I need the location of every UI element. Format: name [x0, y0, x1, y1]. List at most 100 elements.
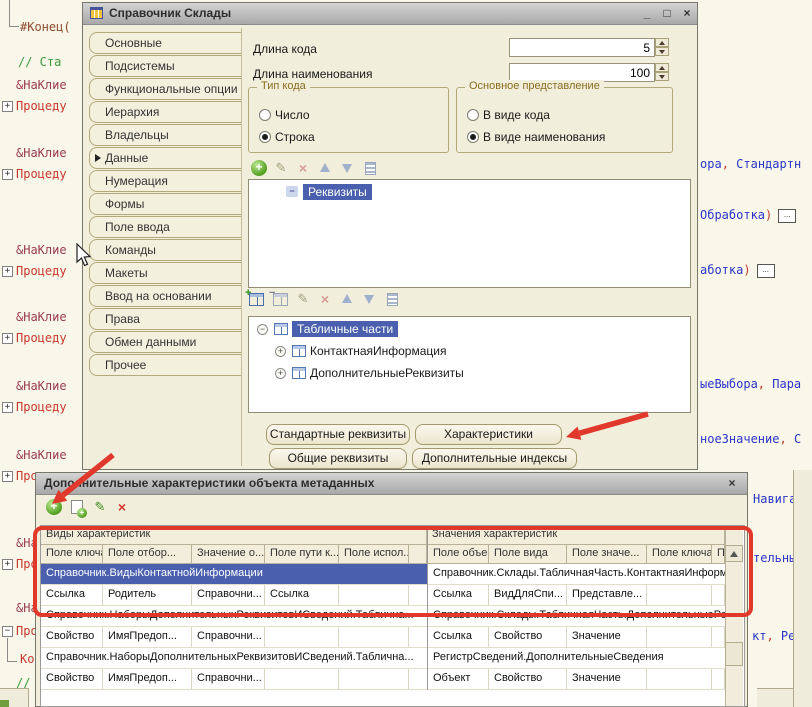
- radio-v-vide-koda-label[interactable]: В виде кода: [483, 108, 550, 122]
- table-cell[interactable]: Свойство: [489, 669, 567, 690]
- tab-podsistemy[interactable]: Подсистемы: [89, 55, 241, 77]
- tab-ierarhiya[interactable]: Иерархия: [89, 101, 241, 123]
- tabular-child-item[interactable]: КонтактнаяИнформация: [310, 344, 446, 358]
- table-cell[interactable]: [339, 627, 409, 648]
- radio-v-vide-koda[interactable]: [467, 109, 479, 121]
- table-cell[interactable]: ИмяПредоп...: [103, 669, 192, 690]
- collapse-plus-icon[interactable]: +: [2, 559, 13, 570]
- table-cell[interactable]: [647, 669, 712, 690]
- tab-funkcionalnye-opcii[interactable]: Функциональные опции: [89, 78, 241, 100]
- scrollbar-thumb[interactable]: [725, 642, 743, 666]
- delete-tabular-icon[interactable]: ×: [317, 291, 333, 307]
- tree-root-dash-icon[interactable]: −: [286, 186, 298, 197]
- table-cell[interactable]: [265, 669, 339, 690]
- tab-osnovnye[interactable]: Основные: [89, 32, 241, 54]
- expand-node-icon[interactable]: +: [275, 368, 286, 379]
- tabular-root-item[interactable]: Табличные части: [292, 321, 398, 337]
- collapse-plus-icon[interactable]: +: [2, 333, 13, 344]
- tab-vvod-na-osnovanii[interactable]: Ввод на основании: [89, 285, 241, 307]
- table-cell[interactable]: [712, 669, 725, 690]
- window-titlebar[interactable]: Справочник Склады _ □ ×: [83, 3, 697, 25]
- table-row[interactable]: Справочник.НаборыДополнительныхРеквизито…: [41, 648, 427, 669]
- collapse-plus-icon[interactable]: +: [2, 169, 13, 180]
- table-cell[interactable]: Значение: [567, 627, 647, 648]
- tab-prochee[interactable]: Прочее: [89, 354, 241, 376]
- tab-komandy[interactable]: Команды: [89, 239, 241, 261]
- attributes-root-item[interactable]: Реквизиты: [303, 184, 372, 200]
- attributes-list[interactable]: − Реквизиты: [248, 179, 691, 288]
- tab-prava[interactable]: Права: [89, 308, 241, 330]
- radio-chislo-label[interactable]: Число: [275, 108, 310, 122]
- delete-attribute-icon[interactable]: ×: [295, 160, 311, 176]
- remove-tabular-section-icon[interactable]: −: [273, 293, 288, 306]
- add-attribute-icon[interactable]: +: [251, 160, 267, 176]
- sort-list-icon[interactable]: [387, 293, 398, 306]
- common-attributes-button[interactable]: Общие реквизиты: [269, 448, 407, 469]
- edit-tabular-icon[interactable]: ✎: [295, 291, 311, 307]
- name-length-stepper[interactable]: [655, 63, 669, 82]
- collapse-plus-icon[interactable]: +: [2, 471, 13, 482]
- move-down-icon[interactable]: [364, 295, 374, 304]
- tabular-child-item[interactable]: ДополнительныеРеквизиты: [310, 366, 464, 380]
- table-cell[interactable]: Значение: [567, 669, 647, 690]
- collapse-plus-icon[interactable]: +: [2, 266, 13, 277]
- edit-attribute-icon[interactable]: ✎: [273, 160, 289, 176]
- tab-obmen-dannymi[interactable]: Обмен данными: [89, 331, 241, 353]
- tab-makety[interactable]: Макеты: [89, 262, 241, 284]
- tab-dannye-selected[interactable]: Данные: [89, 147, 241, 169]
- maximize-button[interactable]: □: [659, 5, 675, 21]
- code-punct: ,: [766, 629, 773, 643]
- minimize-button[interactable]: _: [639, 5, 655, 21]
- table-cell[interactable]: Свойство: [41, 627, 103, 648]
- stepper-down-icon[interactable]: [655, 47, 669, 56]
- add-tabular-section-icon[interactable]: +: [249, 293, 264, 306]
- sort-list-icon[interactable]: [365, 162, 376, 175]
- radio-stroka[interactable]: [259, 131, 271, 143]
- move-up-icon[interactable]: [342, 294, 352, 303]
- collapse-plus-icon[interactable]: +: [2, 402, 13, 413]
- characteristics-button[interactable]: Характеристики: [415, 424, 562, 445]
- code-length-stepper[interactable]: [655, 38, 669, 57]
- table-row[interactable]: РегистрСведений.ДополнительныеСведения: [428, 648, 725, 669]
- editor-scrollbar[interactable]: [793, 470, 812, 707]
- dialog-titlebar[interactable]: Дополнительные характеристики объекта ме…: [36, 473, 747, 495]
- tab-numeraciya[interactable]: Нумерация: [89, 170, 241, 192]
- dialog-close-button[interactable]: ×: [724, 475, 740, 491]
- radio-v-vide-naimenovaniya-label[interactable]: В виде наименования: [483, 130, 605, 144]
- tab-vladelcy[interactable]: Владельцы: [89, 124, 241, 146]
- presentation-group-title: Основное представление: [465, 80, 604, 92]
- collapse-node-icon[interactable]: −: [257, 324, 268, 335]
- tab-label: Данные: [105, 151, 148, 165]
- table-cell[interactable]: Свойство: [41, 669, 103, 690]
- expand-node-icon[interactable]: +: [275, 346, 286, 357]
- radio-stroka-label[interactable]: Строка: [275, 130, 315, 144]
- radio-v-vide-naimenovaniya[interactable]: [467, 131, 479, 143]
- collapsed-code-icon[interactable]: ...: [778, 209, 796, 223]
- table-cell[interactable]: Справочни...: [192, 627, 265, 648]
- table-cell[interactable]: [712, 627, 725, 648]
- close-button[interactable]: ×: [679, 5, 695, 21]
- table-cell[interactable]: [265, 627, 339, 648]
- tab-formy[interactable]: Формы: [89, 193, 241, 215]
- table-cell[interactable]: Справочни...: [192, 669, 265, 690]
- stepper-down-icon[interactable]: [655, 72, 669, 81]
- table-cell[interactable]: Свойство: [489, 627, 567, 648]
- tab-pole-vvoda[interactable]: Поле ввода: [89, 216, 241, 238]
- collapse-plus-icon[interactable]: +: [2, 101, 13, 112]
- radio-chislo[interactable]: [259, 109, 271, 121]
- stepper-up-icon[interactable]: [655, 63, 669, 72]
- table-cell[interactable]: Объект: [428, 669, 489, 690]
- table-cell[interactable]: Ссылка: [428, 627, 489, 648]
- collapsed-code-icon[interactable]: ...: [757, 264, 775, 278]
- collapse-minus-icon[interactable]: −: [2, 626, 13, 637]
- code-length-input[interactable]: 5: [509, 38, 655, 57]
- move-up-icon[interactable]: [320, 163, 330, 172]
- table-cell[interactable]: [647, 627, 712, 648]
- tabular-sections-tree[interactable]: − Табличные части + КонтактнаяИнформация…: [248, 316, 691, 413]
- additional-indexes-button[interactable]: Дополнительные индексы: [412, 448, 577, 469]
- move-down-icon[interactable]: [342, 164, 352, 173]
- standard-attributes-button[interactable]: Стандартные реквизиты: [266, 424, 410, 445]
- table-cell[interactable]: [339, 669, 409, 690]
- stepper-up-icon[interactable]: [655, 38, 669, 47]
- table-cell[interactable]: ИмяПредоп...: [103, 627, 192, 648]
